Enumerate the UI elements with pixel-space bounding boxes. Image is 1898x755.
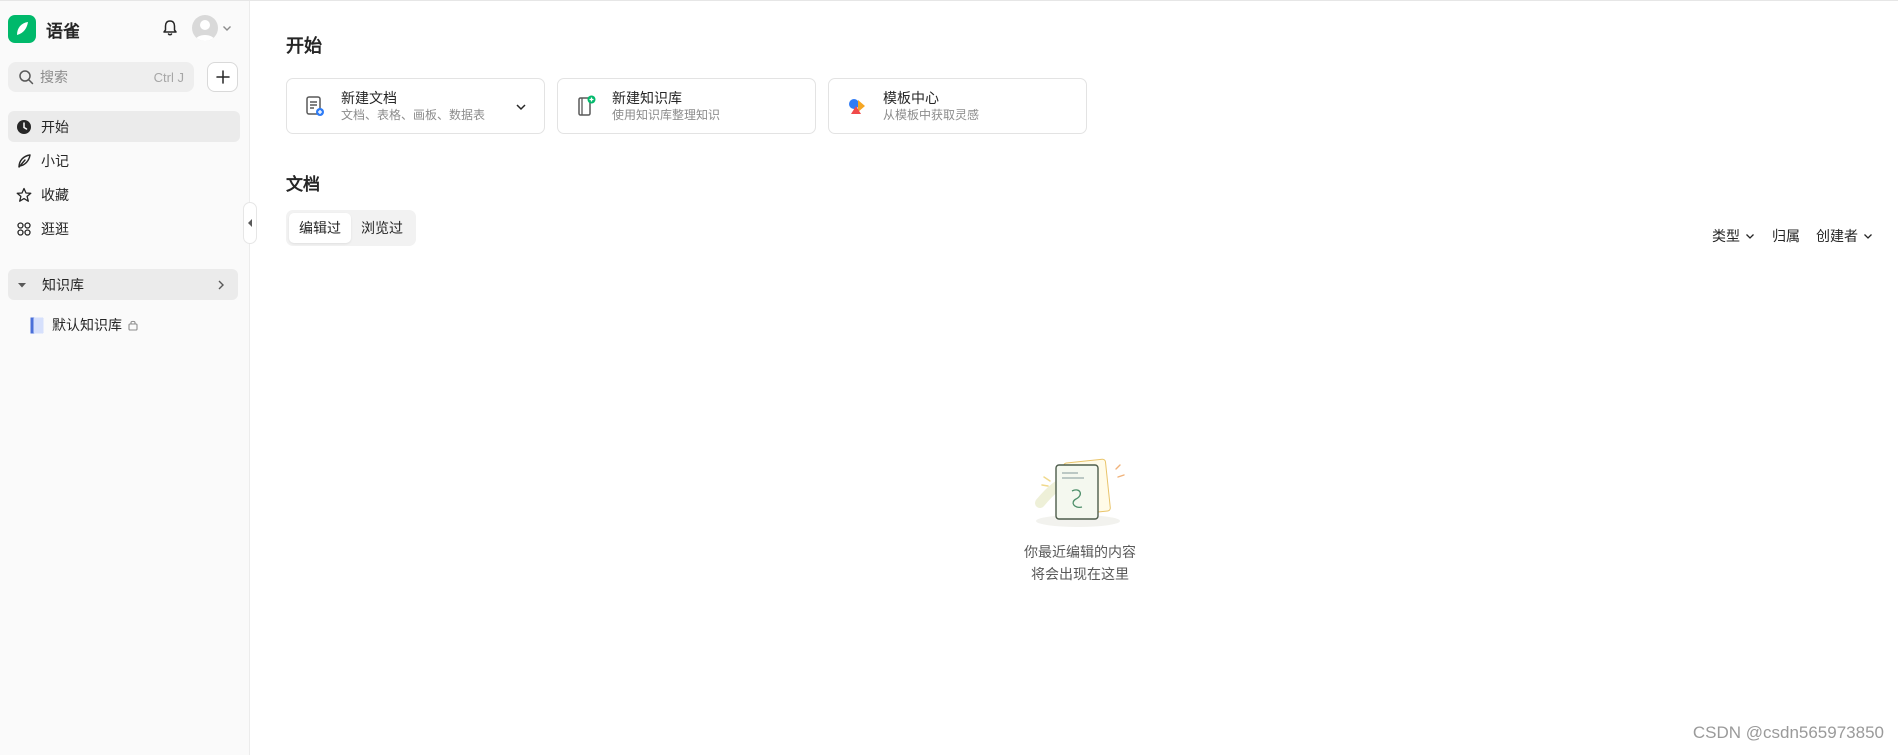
filter-owner[interactable]: 归属 — [1772, 226, 1800, 246]
tab-edited[interactable]: 编辑过 — [289, 213, 351, 243]
user-menu[interactable] — [192, 15, 233, 41]
empty-document-illustration — [1035, 458, 1125, 527]
new-knowledge-base-card[interactable]: 新建知识库 使用知识库整理知识 — [557, 78, 816, 134]
sidebar-item-label: 小记 — [41, 152, 69, 169]
grid-icon — [17, 221, 31, 236]
knowledge-base-title: 知识库 — [42, 276, 84, 293]
page-title: 开始 — [286, 36, 322, 56]
card-subtitle: 使用知识库整理知识 — [612, 107, 721, 122]
knowledge-base-header[interactable]: 知识库 — [8, 269, 238, 300]
template-icon — [849, 99, 865, 114]
knowledge-base-item[interactable]: 默认知识库 — [30, 315, 139, 335]
chevron-down-icon — [1864, 234, 1872, 239]
card-title: 模板中心 — [883, 89, 939, 106]
sidebar-item-label: 收藏 — [41, 186, 69, 203]
filter-creator[interactable]: 创建者 — [1816, 226, 1874, 246]
doc-filters: 类型 归属 创建者 — [1696, 226, 1874, 246]
tab-viewed[interactable]: 浏览过 — [351, 213, 413, 243]
knowledge-base-item-label: 默认知识库 — [52, 317, 122, 333]
filter-label: 归属 — [1772, 228, 1800, 244]
filter-label: 创建者 — [1816, 228, 1858, 244]
watermark: CSDN @csdn565973850 — [1692, 723, 1884, 742]
clock-icon — [17, 119, 31, 134]
section-title: 文档 — [286, 175, 320, 194]
book-icon — [30, 317, 44, 333]
sidebar: 语雀 搜索 Ctrl J 开始 小记 收藏 逛逛 知识库 默认知识库 — [0, 1, 250, 755]
doc-tabs: 编辑过 浏览过 — [286, 210, 416, 246]
sidebar-nav: 开始 小记 收藏 逛逛 — [8, 111, 240, 247]
avatar — [192, 15, 218, 41]
card-title: 新建知识库 — [612, 89, 682, 106]
main-content: 开始 新建文档 文档、表格、画板、数据表 新建知识库 使用知识库整理知识 模板中… — [250, 1, 1898, 755]
search-placeholder: 搜索 — [40, 69, 68, 85]
chevron-right-icon[interactable] — [214, 278, 228, 292]
plus-icon — [215, 70, 230, 84]
chevron-down-icon — [1746, 234, 1754, 239]
new-doc-card[interactable]: 新建文档 文档、表格、画板、数据表 — [286, 78, 545, 134]
new-kb-icon — [578, 95, 596, 116]
search-icon — [19, 70, 34, 85]
empty-state: 你最近编辑的内容 将会出现在这里 — [1020, 451, 1140, 585]
chevron-down-icon[interactable] — [514, 100, 528, 114]
sidebar-item-explore[interactable]: 逛逛 — [8, 213, 240, 244]
card-subtitle: 从模板中获取灵感 — [883, 107, 980, 122]
chevron-down-icon — [223, 26, 231, 31]
create-button[interactable] — [207, 62, 238, 92]
lock-icon — [128, 320, 138, 331]
brand[interactable]: 语雀 — [8, 15, 80, 43]
new-doc-icon — [306, 96, 324, 116]
star-icon — [16, 187, 32, 202]
sidebar-item-notes[interactable]: 小记 — [8, 145, 240, 176]
search-input[interactable]: 搜索 Ctrl J — [8, 62, 194, 92]
empty-state-line1: 你最近编辑的内容 — [1024, 544, 1136, 560]
card-title: 新建文档 — [341, 89, 397, 106]
sidebar-item-label: 开始 — [41, 118, 69, 135]
filter-label: 类型 — [1712, 228, 1740, 244]
app-name: 语雀 — [46, 21, 80, 41]
card-subtitle: 文档、表格、画板、数据表 — [341, 107, 486, 122]
filter-type[interactable]: 类型 — [1712, 226, 1756, 246]
feather-icon — [18, 153, 31, 168]
quick-actions: 新建文档 文档、表格、画板、数据表 新建知识库 使用知识库整理知识 模板中心 从… — [286, 78, 1099, 134]
sidebar-item-start[interactable]: 开始 — [8, 111, 240, 142]
sidebar-item-favorites[interactable]: 收藏 — [8, 179, 240, 210]
search-shortcut: Ctrl J — [153, 69, 184, 85]
template-center-card[interactable]: 模板中心 从模板中获取灵感 — [828, 78, 1087, 134]
bell-icon[interactable] — [160, 18, 180, 38]
caret-down-icon[interactable] — [16, 279, 28, 291]
yuque-logo-icon — [8, 15, 36, 43]
empty-state-line2: 将会出现在这里 — [1031, 566, 1129, 582]
sidebar-item-label: 逛逛 — [41, 220, 69, 237]
